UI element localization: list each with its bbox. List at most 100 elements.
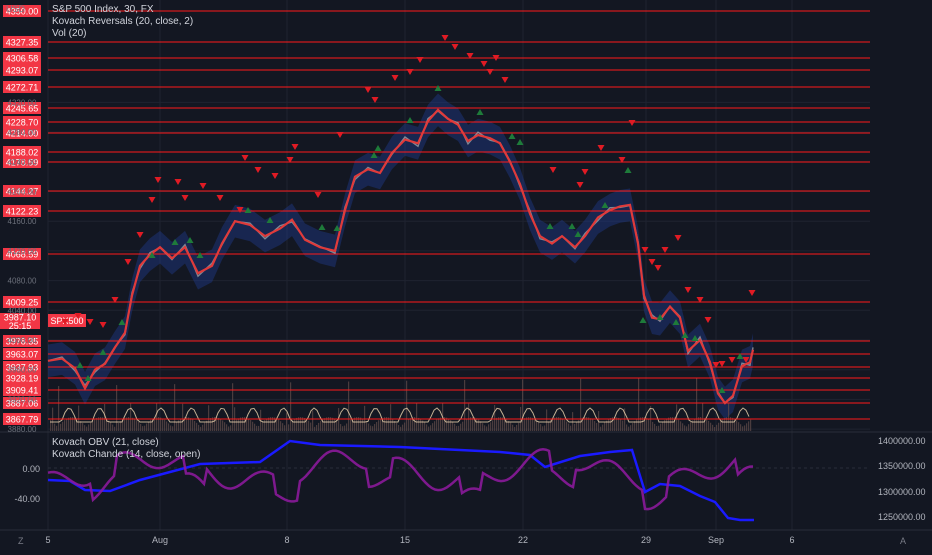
volume-bar bbox=[334, 418, 336, 431]
volume-bar bbox=[154, 417, 156, 431]
volume-bar bbox=[64, 420, 66, 431]
volume-bar bbox=[250, 420, 252, 431]
volume-bar bbox=[546, 409, 548, 431]
volume-bar bbox=[336, 420, 338, 431]
volume-bar bbox=[54, 423, 56, 431]
volume-bar bbox=[170, 425, 172, 431]
volume-bar bbox=[648, 418, 650, 431]
level-label: 3928.19 bbox=[6, 374, 39, 384]
volume-bar bbox=[514, 426, 516, 431]
volume-bar bbox=[400, 426, 402, 431]
buy-marker bbox=[516, 139, 524, 145]
volume-bar bbox=[118, 422, 120, 431]
volume-bar bbox=[720, 420, 722, 431]
volume-bar bbox=[540, 424, 542, 431]
volume-bar bbox=[138, 421, 140, 431]
sell-marker bbox=[718, 361, 726, 367]
volume-bar bbox=[538, 422, 540, 431]
volume-bar bbox=[410, 418, 412, 431]
volume-bar bbox=[524, 418, 526, 431]
lower-left-tick: 0.00 bbox=[22, 464, 40, 474]
volume-bar bbox=[194, 420, 196, 431]
sell-marker bbox=[728, 357, 736, 363]
sell-marker bbox=[581, 169, 589, 175]
volume-bar bbox=[294, 419, 296, 431]
volume-bar bbox=[310, 422, 312, 431]
level-label: 3909.41 bbox=[6, 386, 39, 396]
legend-symbol[interactable]: S&P 500 Index, 30, FX bbox=[52, 4, 193, 16]
volume-bar bbox=[200, 426, 202, 431]
sell-marker bbox=[480, 61, 488, 67]
volume-bar bbox=[132, 417, 134, 431]
sell-marker bbox=[628, 120, 636, 126]
main-legend: S&P 500 Index, 30, FX Kovach Reversals (… bbox=[52, 4, 193, 40]
volume-bar bbox=[748, 421, 750, 431]
price-tick-label: 4320.00 bbox=[8, 98, 37, 107]
volume-bar bbox=[62, 421, 64, 431]
volume-bar bbox=[312, 410, 314, 431]
legend-indicator-chande[interactable]: Kovach Chande (14, close, open) bbox=[52, 449, 200, 461]
price-tick-label: 4200.00 bbox=[8, 188, 37, 197]
chart-canvas[interactable]: 4350.004327.354306.584293.074272.714245.… bbox=[0, 0, 932, 550]
volume-bar bbox=[654, 423, 656, 431]
volume-bar bbox=[680, 421, 682, 431]
volume-bar bbox=[66, 418, 68, 431]
volume-bar bbox=[562, 418, 564, 431]
legend-indicator-obv[interactable]: Kovach OBV (21, close) bbox=[52, 437, 200, 449]
volume-bar bbox=[288, 424, 290, 431]
sell-marker bbox=[674, 235, 682, 241]
sell-marker bbox=[406, 69, 414, 75]
volume-bar bbox=[516, 424, 518, 431]
volume-bar bbox=[512, 424, 514, 431]
auto-scale-button[interactable]: A bbox=[900, 536, 906, 546]
volume-bar bbox=[548, 421, 550, 431]
volume-bar bbox=[660, 423, 662, 431]
volume-bar bbox=[374, 424, 376, 431]
volume-bar bbox=[94, 419, 96, 431]
volume-bar bbox=[738, 422, 740, 431]
volume-bar bbox=[266, 418, 268, 431]
volume-bar bbox=[732, 417, 734, 431]
volume-bar bbox=[486, 426, 488, 431]
volume-bar bbox=[622, 420, 624, 431]
volume-bar bbox=[164, 419, 166, 431]
level-label: 4306.58 bbox=[6, 54, 39, 64]
volume-bar bbox=[740, 424, 742, 431]
legend-indicator-volume[interactable]: Vol (20) bbox=[52, 28, 193, 40]
sell-marker bbox=[86, 319, 94, 325]
volume-bar bbox=[686, 426, 688, 431]
volume-bar bbox=[366, 421, 368, 431]
volume-bar bbox=[324, 418, 326, 431]
volume-bar bbox=[350, 419, 352, 431]
volume-bar bbox=[112, 424, 114, 431]
volume-bar bbox=[580, 378, 582, 431]
volume-bar bbox=[626, 424, 628, 431]
level-label: 3867.79 bbox=[6, 415, 39, 425]
sell-marker bbox=[336, 132, 344, 138]
trading-chart[interactable]: 4350.00 4327.35 4306.58 4293.07 4272.71 4245.… bbox=[0, 0, 932, 550]
volume-bar bbox=[682, 423, 684, 431]
volume-bar bbox=[688, 424, 690, 431]
volume-bar bbox=[368, 423, 370, 431]
sell-marker bbox=[704, 317, 712, 323]
volume-bar bbox=[568, 423, 570, 431]
legend-indicator-reversals[interactable]: Kovach Reversals (20, close, 2) bbox=[52, 16, 193, 28]
volume-bar bbox=[228, 426, 230, 431]
timezone-button[interactable]: Z bbox=[18, 536, 24, 546]
current-price-countdown: 25:15 bbox=[9, 321, 32, 331]
sell-marker bbox=[271, 173, 279, 179]
price-tick-label: 4280.00 bbox=[8, 128, 37, 137]
volume-bar bbox=[282, 423, 284, 431]
volume-bar bbox=[636, 419, 638, 431]
volume-bar bbox=[436, 419, 438, 431]
volume-bar bbox=[146, 423, 148, 431]
sell-marker bbox=[648, 259, 656, 265]
volume-bar bbox=[344, 425, 346, 431]
volume-bar bbox=[396, 422, 398, 431]
volume-bar bbox=[452, 421, 454, 431]
volume-bar bbox=[496, 417, 498, 431]
volume-bar bbox=[632, 423, 634, 431]
volume-bar bbox=[308, 420, 310, 431]
buy-marker bbox=[508, 133, 516, 139]
volume-bar bbox=[262, 421, 264, 431]
